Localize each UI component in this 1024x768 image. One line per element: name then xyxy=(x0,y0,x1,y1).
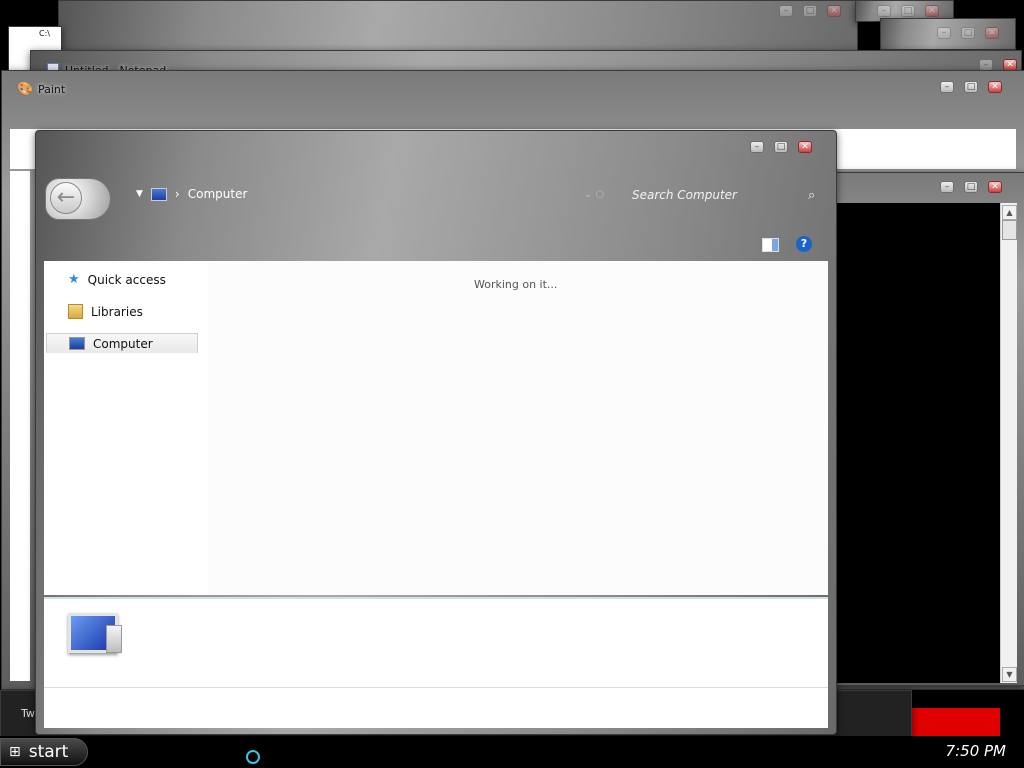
close-button[interactable]: ✕ xyxy=(798,141,812,153)
breadcrumb[interactable]: ▼ › Computer xyxy=(136,187,247,201)
computer-tower-icon xyxy=(106,625,122,653)
minimize-button[interactable]: – xyxy=(750,141,764,153)
loading-status: Working on it... xyxy=(474,278,558,291)
star-icon: ★ xyxy=(68,272,80,287)
preview-pane-button[interactable] xyxy=(762,238,779,252)
window-controls: – □ ✕ xyxy=(779,5,841,17)
search-input[interactable]: Search Computer xyxy=(632,188,737,202)
scroll-up-button[interactable]: ▲ xyxy=(1002,205,1017,220)
minimize-button[interactable]: – xyxy=(940,181,954,193)
bottom-window-label: Tw xyxy=(21,707,35,720)
details-pane xyxy=(44,597,828,687)
paint-canvas-left xyxy=(10,171,30,681)
maximize-button[interactable]: □ xyxy=(964,181,978,193)
paint-palette-icon: 🎨 xyxy=(17,82,34,97)
maximize-button[interactable]: □ xyxy=(901,5,915,17)
start-label: start xyxy=(28,742,69,762)
cmd-title: C:\ xyxy=(39,29,50,38)
explorer-header: – □ ✕ ← ▼ › Computer ⌄ ○ Search Computer… xyxy=(36,131,836,261)
minimize-button[interactable]: – xyxy=(940,81,954,93)
close-button[interactable]: ✕ xyxy=(827,5,841,17)
nav-item-label: Libraries xyxy=(91,304,143,319)
maximize-button[interactable]: □ xyxy=(774,141,788,153)
terminal-window[interactable]: – □ ✕ ▲ ▼ xyxy=(833,172,1024,686)
paint-title: Paint xyxy=(38,83,66,96)
breadcrumb-separator: › xyxy=(174,187,180,201)
nav-item-libraries[interactable]: Libraries xyxy=(46,302,198,321)
windows-logo-icon: ⊞ xyxy=(9,744,21,760)
navigation-pane: ★ Quick access Libraries Computer xyxy=(44,261,208,595)
nav-item-quick-access[interactable]: ★ Quick access xyxy=(46,270,198,289)
search-icon[interactable]: ⌕ xyxy=(808,188,815,203)
status-bar xyxy=(44,687,828,728)
libraries-icon xyxy=(68,304,83,319)
scroll-down-button[interactable]: ▼ xyxy=(1002,667,1017,682)
explorer-content: ★ Quick access Libraries Computer Workin… xyxy=(44,261,828,595)
clock[interactable]: 7:50 PM xyxy=(946,742,1006,760)
maximize-button[interactable]: □ xyxy=(803,5,817,17)
background-window-right-2[interactable]: – □ ✕ xyxy=(880,18,1016,50)
refresh-icon[interactable]: ⌄ ○ xyxy=(584,189,604,200)
breadcrumb-computer[interactable]: Computer xyxy=(188,187,248,201)
explorer-window-controls: – □ ✕ xyxy=(750,141,812,153)
maximize-button[interactable]: □ xyxy=(964,81,978,93)
minimize-button[interactable]: – xyxy=(937,27,951,39)
minimize-button[interactable]: – xyxy=(877,5,891,17)
close-button[interactable]: ✕ xyxy=(988,181,1002,193)
busy-cursor-icon xyxy=(246,750,260,764)
minimize-button[interactable]: – xyxy=(779,5,793,17)
close-button[interactable]: ✕ xyxy=(988,81,1002,93)
start-button[interactable]: ⊞ start xyxy=(0,738,88,766)
maximize-button[interactable]: □ xyxy=(961,27,975,39)
scroll-thumb[interactable] xyxy=(1002,220,1017,240)
close-button[interactable]: ✕ xyxy=(925,5,939,17)
back-arrow-icon: ← xyxy=(50,182,82,214)
nav-item-computer[interactable]: Computer xyxy=(46,333,198,353)
computer-small-icon xyxy=(150,187,167,201)
nav-item-label: Quick access xyxy=(87,272,166,287)
computer-icon xyxy=(69,337,85,350)
back-button[interactable]: ← xyxy=(45,178,111,220)
taskbar: ⊞ start 7:50 PM xyxy=(0,736,1024,768)
explorer-window[interactable]: – □ ✕ ← ▼ › Computer ⌄ ○ Search Computer… xyxy=(35,130,837,735)
help-button[interactable]: ? xyxy=(796,236,812,252)
history-dropdown-icon[interactable]: ▼ xyxy=(136,189,143,199)
nav-item-label: Computer xyxy=(93,336,153,351)
paint-window-controls: – □ ✕ xyxy=(940,81,1002,93)
close-button[interactable]: ✕ xyxy=(985,27,999,39)
terminal-body[interactable] xyxy=(836,203,1000,683)
terminal-scrollbar[interactable]: ▲ ▼ xyxy=(1000,203,1017,683)
